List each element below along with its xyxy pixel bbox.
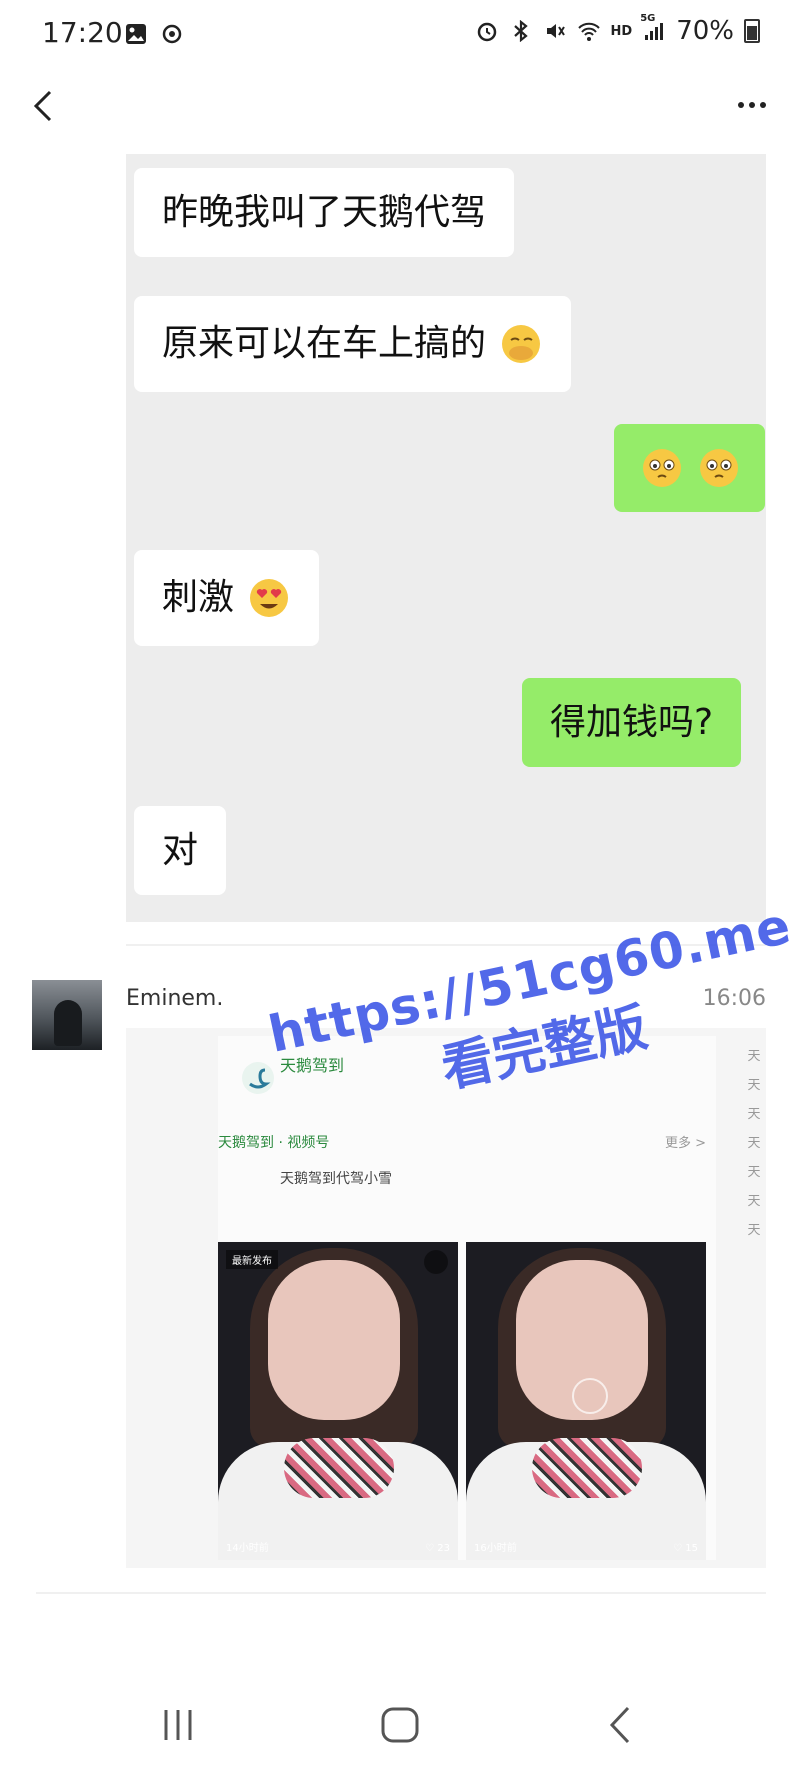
wifi-icon [577,19,601,43]
mute-icon [424,1250,448,1274]
hand-over-mouth-icon [502,325,541,363]
video-likes: ♡ 23 [425,1543,450,1554]
back-button[interactable] [22,84,66,128]
side-char: 天 [747,1165,761,1180]
system-back-button[interactable] [592,1700,652,1750]
chat-bubble-right [614,424,766,512]
account-name: 天鹅驾到 [280,1056,345,1075]
alarm-icon [475,19,499,43]
more-options-button[interactable] [730,90,774,120]
chat-bubble-left: 刺激 [134,550,320,646]
sender-name: Eminem. [126,986,224,1011]
status-bar: 17:20 HD 5G 70% [0,0,800,72]
chevron-left-icon [33,90,52,122]
mute-icon [543,19,567,43]
side-char: 天 [747,1107,761,1122]
gallery-icon [124,22,148,46]
chat-text: 原来可以在车上搞的 [162,323,487,364]
status-left-icons [124,22,184,46]
play-icon [572,1378,608,1414]
network-label: 5G [640,13,656,24]
tearful-face-icon [700,449,739,487]
account-preview: 天鹅驾到 天鹅驾到 · 视频号 更多 > 天鹅驾到代驾小雪 最新发布 14小时前… [218,1036,716,1560]
video-thumbnail: 16小时前 ♡ 15 [466,1242,706,1560]
system-nav-bar [0,1680,800,1778]
new-badge: 最新发布 [226,1250,278,1269]
side-char: 天 [747,1078,761,1093]
sync-icon [160,22,184,46]
home-button[interactable] [370,1700,430,1750]
face-shape [268,1260,400,1420]
bluetooth-icon [509,19,533,43]
nav-bar [0,72,800,142]
dot-icon [760,102,766,108]
avatar-figure [54,1000,82,1046]
side-char: 天 [747,1223,761,1238]
chat-bubble-left: 原来可以在车上搞的 [134,296,572,392]
chat-text: 昨晚我叫了天鹅代驾 [162,192,487,233]
cropped-side-column: 天 天 天 天 天 天 天 [746,1042,762,1245]
status-right: HD 5G 70% [475,13,760,46]
chat-text: 得加钱吗? [550,702,714,743]
video-thumbnail: 最新发布 14小时前 ♡ 23 [218,1242,458,1560]
video-age: 16小时前 [474,1543,517,1554]
channel-section-title: 天鹅驾到 · 视频号 [218,1135,330,1151]
dot-icon [749,102,755,108]
side-char: 天 [747,1194,761,1209]
avatar[interactable] [32,980,102,1050]
like-count: 23 [437,1543,450,1554]
tearful-face-icon [643,449,681,487]
bow-shape [532,1438,642,1498]
chat-bubble-left: 昨晚我叫了天鹅代驾 [134,168,515,257]
battery-percent: 70% [676,16,734,46]
chat-screenshot[interactable]: 昨晚我叫了天鹅代驾 原来可以在车上搞的 刺激 得加钱吗? 对 [126,154,766,922]
like-count: 15 [685,1543,698,1554]
more-link: 更多 > [664,1136,706,1151]
recent-apps-button[interactable] [148,1700,208,1750]
divider [36,1592,766,1594]
chat-text: 刺激 [162,577,235,618]
signal-icon: 5G [640,13,666,43]
battery-icon [744,19,760,43]
heart-eyes-icon [250,579,289,617]
message-time: 16:06 [702,986,766,1011]
dot-icon [738,102,744,108]
chat-bubble-left: 对 [134,806,227,895]
home-icon [381,1707,419,1743]
recent-apps-icon [164,1710,192,1740]
side-char: 天 [747,1049,761,1064]
hd-label: HD [610,23,633,39]
chat-text: 对 [162,830,199,871]
divider [126,944,766,946]
status-time: 17:20 [42,16,123,49]
video-age: 14小时前 [226,1543,269,1554]
bow-shape [284,1438,394,1498]
shared-image-card[interactable]: 天鹅驾到 天鹅驾到 · 视频号 更多 > 天鹅驾到代驾小雪 最新发布 14小时前… [126,1028,766,1568]
chat-bubble-right: 得加钱吗? [522,678,742,767]
channel-name: 天鹅驾到代驾小雪 [280,1171,392,1187]
side-char: 天 [747,1136,761,1151]
chevron-left-icon [609,1706,630,1744]
video-likes: ♡ 15 [673,1543,698,1554]
